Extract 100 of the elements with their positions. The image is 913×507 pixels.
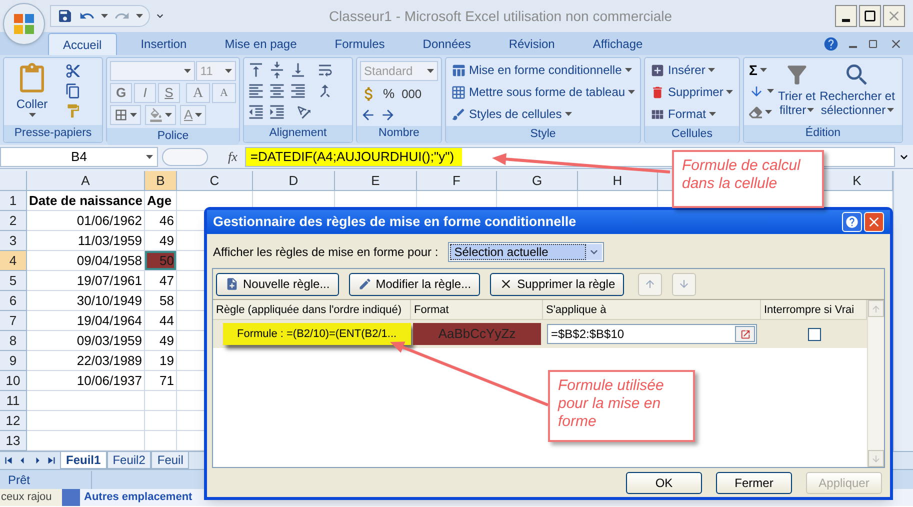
increase-indent-icon[interactable] [268, 103, 286, 121]
cell: 46 [145, 211, 177, 231]
row-header[interactable]: 2 [0, 211, 27, 231]
dropdown-arrow-icon [708, 68, 716, 72]
column-header[interactable]: B [145, 171, 177, 191]
minimize-button[interactable] [835, 5, 857, 27]
range-field[interactable]: =$B$2:$B$10 [547, 324, 757, 344]
copy-icon[interactable] [65, 83, 81, 99]
column-header[interactable]: K [822, 171, 893, 191]
column-header[interactable]: H [578, 171, 658, 191]
ribbon-tab[interactable]: Insertion [126, 33, 201, 55]
ribbon-tab[interactable]: Accueil [48, 33, 117, 55]
font-grow-button[interactable]: A [186, 83, 210, 103]
fill-color-button[interactable] [145, 105, 176, 125]
vertical-scrollbar[interactable] [893, 171, 913, 451]
sheet-tab[interactable]: Feuil [151, 452, 190, 469]
help-button[interactable] [842, 212, 862, 232]
cell: 49 [145, 331, 177, 351]
font-name-field[interactable] [110, 61, 196, 81]
maximize-icon [862, 8, 878, 24]
paste-button[interactable]: Coller [7, 61, 57, 122]
close-icon[interactable] [889, 37, 903, 51]
stop-if-true-checkbox[interactable] [808, 328, 820, 340]
row-header[interactable]: 1 [0, 191, 27, 211]
row-header[interactable]: 8 [0, 331, 27, 351]
ribbon-tab[interactable]: Affichage [578, 33, 657, 55]
column-header[interactable]: C [177, 171, 253, 191]
ribbon-tab[interactable]: Données [408, 33, 485, 55]
dialog-button[interactable]: Fermer [716, 472, 792, 494]
percent-button[interactable]: % [380, 84, 398, 104]
style-menu-button[interactable]: Mise en forme conditionnelle [451, 61, 636, 79]
cells-menu-button[interactable]: Insérer [650, 61, 734, 79]
range-picker-icon[interactable] [735, 326, 755, 342]
thousands-button[interactable]: 000 [400, 84, 424, 103]
restore-icon[interactable] [867, 38, 879, 50]
sheet-tab[interactable]: Feuil1 [60, 452, 107, 469]
format-preview: AaBbCcYyZz [413, 323, 541, 345]
dropdown-arrow-icon [765, 110, 772, 114]
style-icon [451, 62, 466, 78]
dropdown-arrow-icon [184, 69, 192, 73]
dialog-button[interactable]: OK [626, 472, 702, 494]
cells-icon [650, 62, 665, 78]
column-header[interactable]: F [417, 171, 497, 191]
row-header[interactable]: 4 [0, 251, 27, 271]
autosum-button[interactable]: Σ [749, 61, 774, 79]
show-rules-dropdown[interactable]: Sélection actuelle [448, 242, 604, 262]
find-select-button[interactable]: Rechercher et sélectionner [820, 61, 895, 122]
dropdown-arrow-icon [165, 113, 172, 117]
cells-menu-button[interactable]: Supprimer [650, 83, 734, 101]
font-style-button[interactable]: S [158, 83, 180, 103]
help-icon [845, 215, 859, 229]
row-header[interactable]: 6 [0, 291, 27, 311]
row-header[interactable]: 10 [0, 371, 27, 391]
borders-button[interactable] [110, 105, 141, 125]
cell: 11/03/1959 [27, 231, 145, 251]
align-top-icon[interactable] [247, 61, 265, 79]
font-style-button[interactable]: G [110, 83, 132, 103]
ribbon-tab[interactable]: Formules [320, 33, 399, 55]
callout-tooltip: Formule utilisée pour la mise en forme [548, 370, 695, 442]
align-center-icon[interactable] [268, 82, 286, 100]
rule-description[interactable]: Formule : =(B2/10)=(ENT(B2/1... [223, 323, 411, 345]
row-header[interactable]: 11 [0, 391, 27, 411]
insert-function-button[interactable]: fx [228, 146, 238, 166]
align-right-icon[interactable] [289, 82, 307, 100]
panel-link[interactable]: Autres emplacement [84, 489, 192, 506]
save-icon[interactable] [57, 8, 73, 24]
sort-filter-button[interactable]: Trier et filtrer [778, 61, 816, 122]
eraser-icon [749, 106, 762, 118]
row-header[interactable]: 7 [0, 311, 27, 331]
group-label: Cellules [672, 126, 712, 142]
row-header[interactable]: 12 [0, 411, 27, 431]
column-header[interactable]: E [335, 171, 417, 191]
align-middle-icon[interactable] [268, 61, 286, 79]
style-menu-button[interactable]: Mettre sous forme de tableau [451, 83, 636, 101]
ribbon-tab[interactable]: Révision [494, 33, 569, 55]
sheet-tab[interactable]: Feuil2 [106, 452, 152, 469]
row-header[interactable]: 9 [0, 351, 27, 371]
font-style-button[interactable]: I [134, 83, 156, 103]
row-header[interactable]: 13 [0, 431, 27, 451]
name-box[interactable]: B4 [0, 146, 158, 166]
decrease-indent-icon[interactable] [247, 103, 265, 121]
align-left-icon[interactable] [247, 82, 265, 100]
align-bottom-icon[interactable] [289, 61, 307, 79]
column-header[interactable]: A [27, 171, 145, 191]
help-icon[interactable] [823, 36, 839, 52]
row-header[interactable]: 5 [0, 271, 27, 291]
row-header[interactable]: 3 [0, 231, 27, 251]
style-menu-button[interactable]: Styles de cellules [451, 105, 636, 123]
maximize-button[interactable] [859, 5, 881, 27]
dropdown-arrow-icon [194, 113, 202, 117]
office-button[interactable] [3, 3, 45, 45]
rule-action-button[interactable]: Nouvelle règle... [216, 272, 339, 296]
ribbon-tab[interactable]: Mise en page [210, 33, 311, 55]
cut-icon[interactable] [65, 63, 81, 79]
column-header[interactable]: D [253, 171, 335, 191]
rule-action-button[interactable]: Modifier la règle... [348, 272, 480, 296]
rule-action-button[interactable]: Supprimer la règle [490, 272, 624, 296]
font-shrink-button[interactable]: A [212, 83, 236, 103]
cells-menu-button[interactable]: Format [650, 105, 734, 123]
column-header[interactable]: G [497, 171, 578, 191]
